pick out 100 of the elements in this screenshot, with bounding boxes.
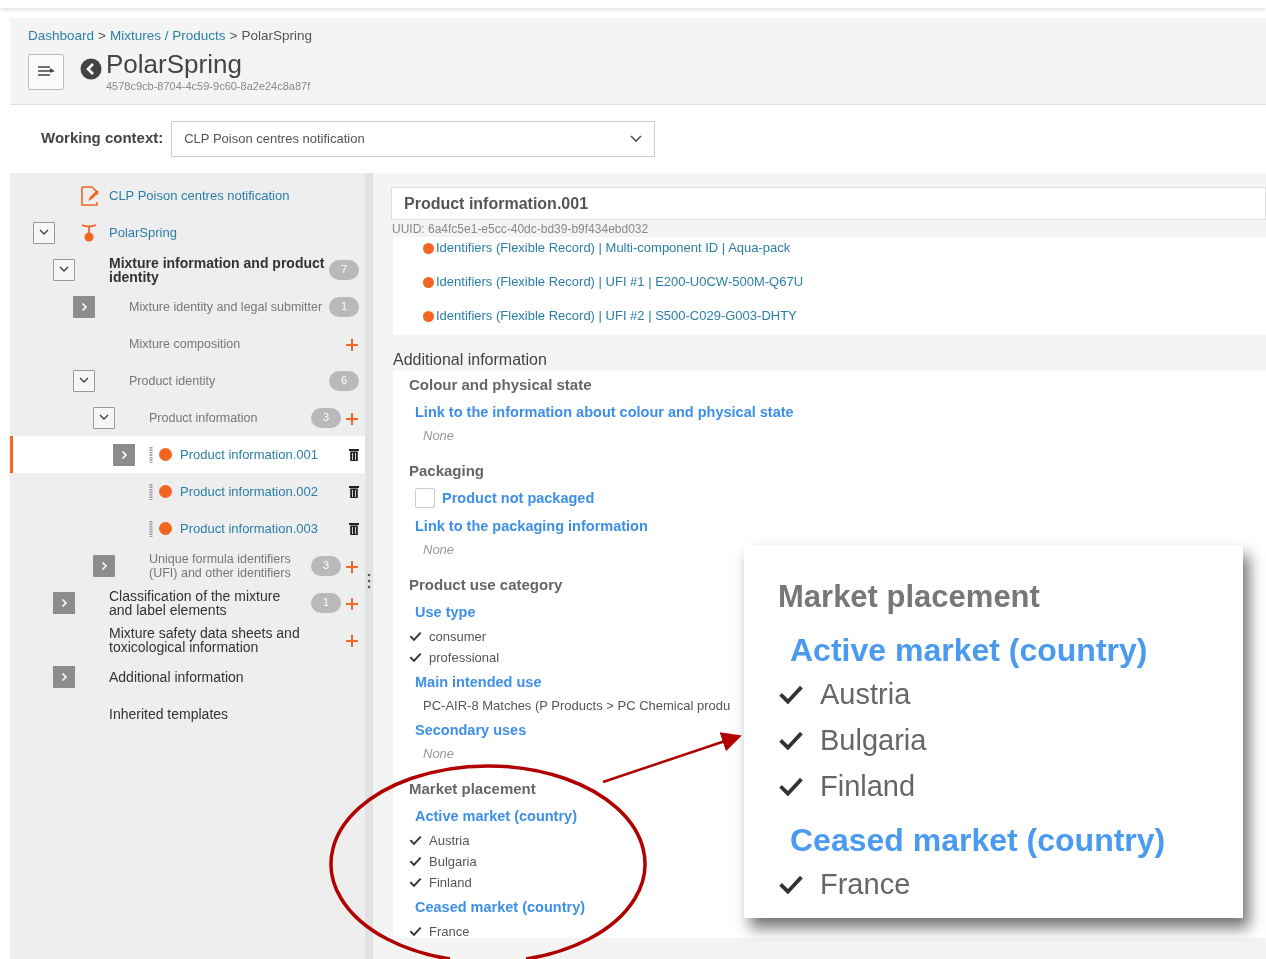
breadcrumb-link[interactable]: Dashboard [28,26,95,47]
tree-row[interactable]: Product identity 6 [10,362,365,399]
field-link[interactable]: Use type [415,604,476,620]
breadcrumb-link[interactable]: Mixtures / Products [109,26,226,47]
tree-row[interactable]: Unique formula identifiers (UFI) and other identifiers 3 [10,547,365,584]
expand-toggle[interactable] [53,591,75,614]
identifier-link[interactable]: Identifiers (Flexible Record) | UFI #2 | S500-C029-G003-DHTY [436,306,797,326]
plus-icon [346,561,358,574]
breadcrumb-current: PolarSpring [241,27,312,45]
tree-item-label[interactable]: CLP Poison centres notification [109,188,359,203]
field-link[interactable]: Ceased market (country) [415,899,586,915]
back-icon[interactable] [80,58,102,81]
plus-icon [346,635,358,648]
field-link[interactable]: Main intended use [415,674,542,690]
expand-toggle[interactable] [73,369,95,392]
status-dot-icon [159,485,172,498]
delete-button[interactable] [349,485,359,498]
tree-item-label[interactable]: Mixture information and product identity [109,255,325,284]
value-text: Finland [429,874,472,892]
trash-icon [349,485,359,498]
check-icon [778,683,804,705]
tree-item-label[interactable]: Product identity [129,373,325,388]
status-dot-icon [159,448,172,461]
drag-handle-icon[interactable] [149,446,153,463]
tree-row[interactable]: CLP Poison centres notification [10,177,365,214]
tree-row[interactable]: Mixture safety data sheets and toxicological information [10,621,365,658]
record-uuid: 4578c9cb-8704-4c59-9c60-8a2e24c8a87f [106,79,311,95]
tree-item-label[interactable]: Inherited templates [109,706,359,721]
check-icon [409,652,422,663]
count-badge: 3 [311,555,341,576]
section-title: Additional information [393,350,548,370]
tree-item-label[interactable]: Classification of the mixture and label elements [109,588,307,617]
chevron-down-icon [99,414,109,421]
expand-toggle[interactable] [113,443,135,466]
identifier-link[interactable]: Identifiers (Flexible Record) | UFI #1 | E200-U0CW-500M-Q67U [436,272,804,292]
tree-row[interactable]: Product information.003 [10,510,365,547]
count-badge: 6 [329,370,359,391]
value-text: France [820,867,911,902]
context-select[interactable]: CLP Poison centres notification [171,120,656,157]
field-link[interactable]: Link to the information about colour and physical state [415,404,794,420]
tree-row[interactable]: PolarSpring [10,214,365,251]
group-heading: Colour and physical state [409,375,592,395]
tree-item-label[interactable]: PolarSpring [109,225,359,240]
tree-row[interactable]: Additional information [10,658,365,695]
delete-button[interactable] [349,522,359,535]
checkbox-label[interactable]: Product not packaged [442,484,595,512]
check-icon [409,631,422,642]
tree-row[interactable]: Inherited templates [10,695,365,732]
count-badge: 1 [311,592,341,613]
check-icon [409,926,422,937]
tree-row[interactable]: Mixture identity and legal submitter 1 [10,288,365,325]
drag-handle-icon[interactable] [149,483,153,500]
expand-toggle[interactable] [33,221,55,244]
tree-row[interactable]: Product information 3 [10,399,365,436]
chevron-down-icon [630,134,643,143]
tree-row[interactable]: Classification of the mixture and label elements 1 [10,584,365,621]
check-icon [409,856,422,867]
tree-item-label[interactable]: Mixture safety data sheets and toxicological information [109,625,341,654]
tree-item-label[interactable]: Product information.002 [180,484,345,499]
delete-button[interactable] [349,448,359,461]
tree-row[interactable]: Product information.002 [10,473,365,510]
trash-icon [349,522,359,535]
chevron-down-icon [59,266,69,273]
status-dot-icon [423,310,434,322]
tree-item-label[interactable]: Unique formula identifiers (UFI) and other identifiers [149,551,307,580]
menu-button[interactable] [28,54,64,91]
tree-row[interactable]: Mixture composition [10,325,365,362]
resize-handle-icon[interactable] [367,573,371,589]
field-link[interactable]: Secondary uses [415,722,527,738]
expand-toggle[interactable] [53,665,75,688]
chevron-right-icon [60,597,68,608]
value-text: France [429,923,470,938]
tree-item-label[interactable]: Additional information [109,669,359,684]
plus-icon [346,339,358,352]
tree-row[interactable]: Product information.001 [10,436,365,473]
plus-icon [346,598,358,611]
tree-item-label[interactable]: Product information.001 [180,447,345,462]
chevron-down-icon [79,377,89,384]
field-link[interactable]: Link to the packaging information [415,518,648,534]
chevron-right-icon [60,671,68,682]
tree-item-label[interactable]: Mixture composition [129,336,341,351]
tree-row[interactable]: Mixture information and product identity 7 [10,251,365,288]
field-link[interactable]: Active market (country) [415,808,577,824]
expand-toggle[interactable] [93,406,115,429]
tree-item-label[interactable]: Product information.003 [180,521,345,536]
value-text: Finland [820,769,916,804]
expand-toggle[interactable] [73,295,95,318]
checkbox[interactable] [415,488,435,508]
drag-handle-icon[interactable] [149,520,153,537]
group-heading: Market placement [409,779,536,799]
identifier-link[interactable]: Identifiers (Flexible Record) | Multi-component ID | Aqua-pack [436,238,791,258]
tree-item-label[interactable]: Product information [149,410,307,425]
check-icon [778,873,804,895]
tree-item-label[interactable]: Mixture identity and legal submitter [129,299,325,314]
group-heading: Product use category [409,575,563,595]
expand-toggle[interactable] [53,258,75,281]
breadcrumb-separator: > [98,27,106,45]
check-icon [409,877,422,888]
chevron-right-icon [80,301,88,312]
expand-toggle[interactable] [93,554,115,577]
